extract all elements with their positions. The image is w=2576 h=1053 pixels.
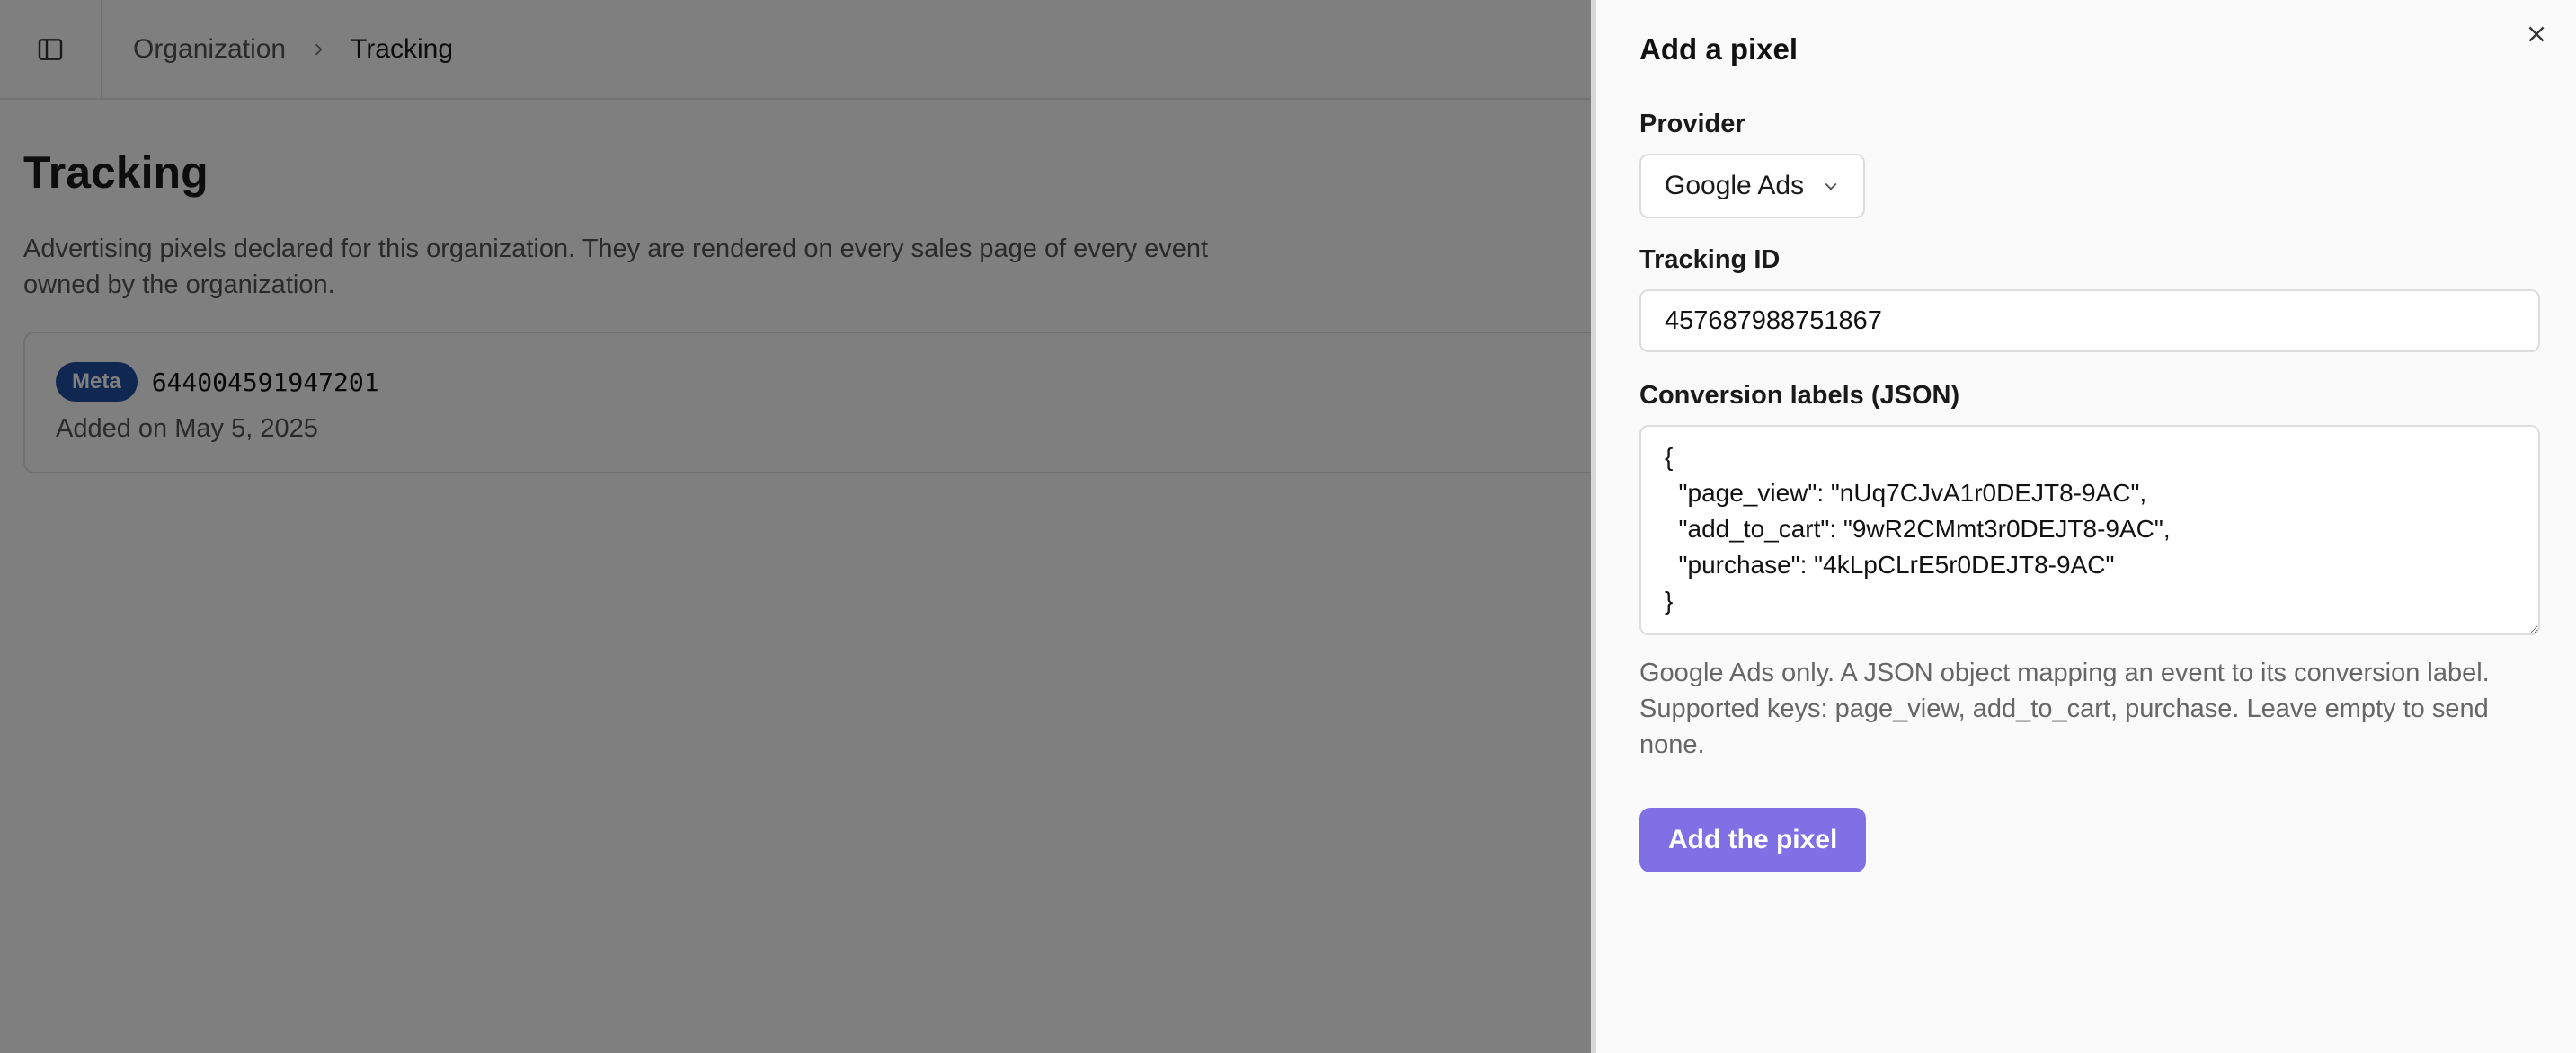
tracking-id-label: Tracking ID bbox=[1639, 245, 1781, 274]
chevron-down-icon bbox=[1825, 182, 1837, 190]
tracking-id-input[interactable] bbox=[1639, 289, 2540, 352]
conversion-labels-help: Google Ads only. A JSON object mapping a… bbox=[1639, 659, 2490, 759]
close-icon bbox=[2528, 26, 2545, 42]
provider-select-value: Google Ads bbox=[1665, 171, 1805, 200]
drawer-title: Add a pixel bbox=[1639, 32, 1799, 66]
add-pixel-drawer: Add a pixel Provider Google Ads Tracking… bbox=[1591, 0, 2576, 1053]
add-pixel-button[interactable]: Add the pixel bbox=[1639, 808, 1867, 872]
conversion-labels-textarea[interactable]: { "page_view": "nUq7CJvA1r0DEJT8-9AC", "… bbox=[1639, 425, 2540, 635]
provider-label: Provider bbox=[1639, 110, 1745, 138]
provider-select[interactable]: Google Ads bbox=[1639, 154, 1866, 218]
conversion-labels-label: Conversion labels (JSON) bbox=[1639, 381, 1960, 410]
close-button[interactable] bbox=[2518, 16, 2554, 52]
